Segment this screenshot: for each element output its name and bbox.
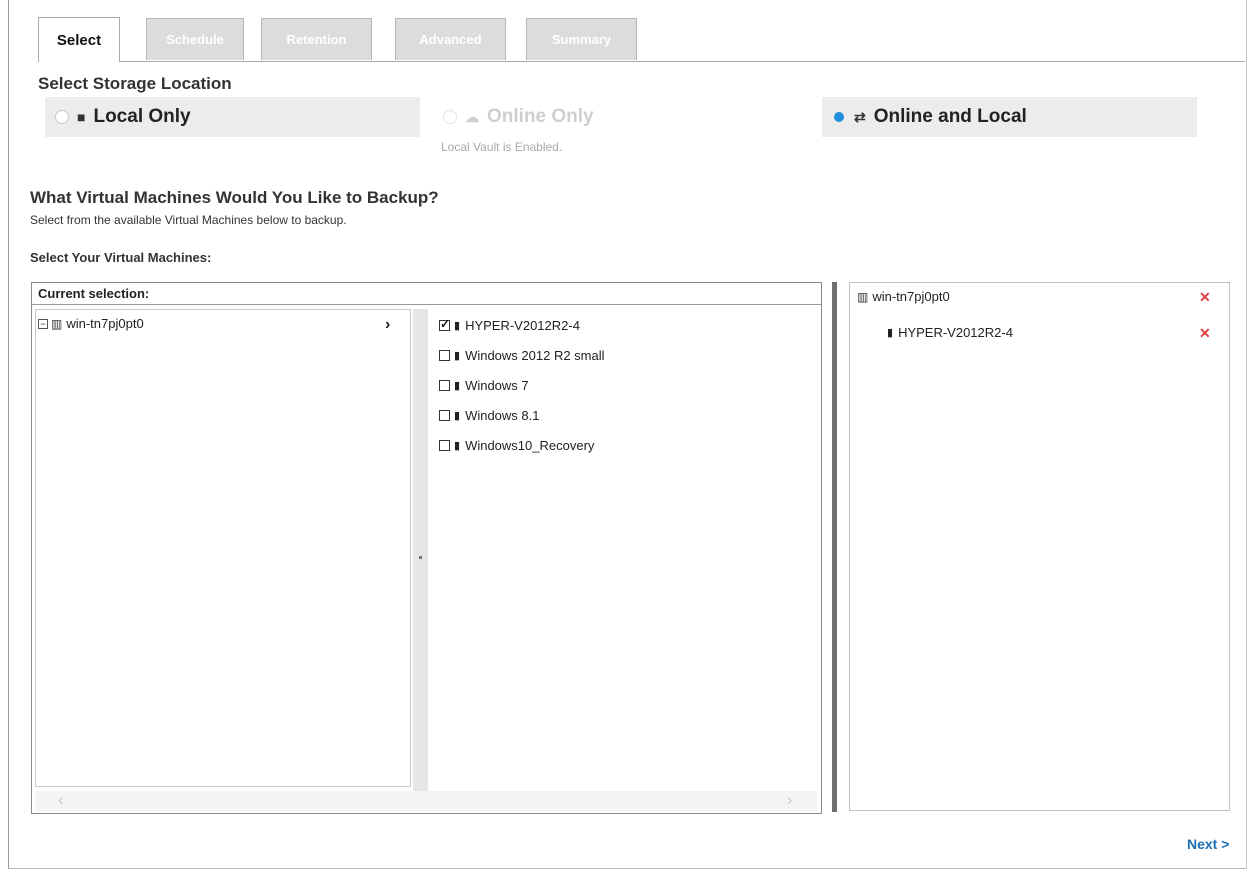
chevron-right-icon[interactable]: › — [385, 316, 390, 334]
tab-strip: Select Schedule Retention Advanced Summa… — [8, 0, 1245, 62]
tab-advanced[interactable]: Advanced — [395, 18, 506, 60]
vm-name: Windows10_Recovery — [465, 438, 595, 453]
collapse-icon[interactable]: − — [38, 318, 48, 329]
current-selection-header: Current selection: — [32, 283, 821, 305]
local-only-label: Local Only — [93, 106, 191, 127]
horizontal-scrollbar[interactable]: ‹ › — [35, 791, 817, 811]
remove-host-icon[interactable]: ✕ — [1199, 289, 1211, 306]
host-icon: ▥ — [857, 289, 869, 304]
local-only-option[interactable]: ■ Local Only — [45, 97, 420, 137]
vm-row[interactable]: ▮ Windows 7 — [439, 378, 529, 393]
vm-row[interactable]: ▮ HYPER-V2012R2-4 — [439, 317, 580, 333]
scroll-right-icon[interactable]: › — [787, 792, 792, 810]
online-only-label: Online Only — [487, 106, 594, 127]
host-list — [35, 309, 411, 787]
online-and-local-label: Online and Local — [873, 106, 1027, 127]
cloud-server-icon: ⇄ — [854, 108, 866, 125]
vm-section-title: What Virtual Machines Would You Like to … — [30, 188, 439, 207]
local-only-radio[interactable] — [55, 110, 69, 124]
scroll-left-icon[interactable]: ‹ — [58, 792, 63, 810]
vm-name: Windows 8.1 — [465, 408, 540, 423]
vm-icon: ▮ — [454, 440, 461, 452]
selected-host-row: ▥ win-tn7pj0pt0 — [857, 289, 950, 304]
column-splitter[interactable] — [413, 309, 428, 795]
vm-icon: ▮ — [454, 380, 461, 392]
cloud-icon: ☁ — [465, 108, 479, 125]
vm-checkbox[interactable] — [439, 380, 450, 391]
local-vault-hint: Local Vault is Enabled. — [441, 140, 563, 154]
selected-vm-name: HYPER-V2012R2-4 — [898, 325, 1013, 340]
tab-select[interactable]: Select — [38, 17, 120, 62]
tab-summary[interactable]: Summary — [526, 18, 637, 60]
select-vms-label: Select Your Virtual Machines: — [30, 250, 212, 265]
selected-vm-row: ▮ HYPER-V2012R2-4 — [887, 325, 1013, 340]
online-only-option: ☁ Online Only — [433, 97, 810, 137]
storage-section-title: Select Storage Location — [38, 74, 232, 93]
tab-underline — [38, 61, 1245, 62]
vm-name: Windows 7 — [465, 378, 529, 393]
vm-browser-panel: Current selection: − ▥ win-tn7pj0pt0 › ▮… — [31, 282, 822, 814]
panel-separator — [832, 282, 837, 812]
online-and-local-radio[interactable] — [834, 112, 844, 122]
vm-checkbox[interactable] — [439, 440, 450, 451]
vm-icon: ▮ — [887, 327, 894, 339]
remove-vm-icon[interactable]: ✕ — [1199, 325, 1211, 342]
vm-name: Windows 2012 R2 small — [465, 348, 605, 363]
server-icon: ■ — [77, 109, 86, 125]
selected-vms-panel: ▥ win-tn7pj0pt0 ✕ ▮ HYPER-V2012R2-4 ✕ — [849, 282, 1230, 811]
vm-row[interactable]: ▮ Windows 8.1 — [439, 408, 539, 423]
vm-checkbox[interactable] — [439, 410, 450, 421]
selected-host-name: win-tn7pj0pt0 — [872, 289, 950, 304]
vm-icon: ▮ — [454, 410, 461, 422]
vm-checkbox[interactable] — [439, 350, 450, 361]
vm-row[interactable]: ▮ Windows10_Recovery — [439, 438, 594, 453]
online-only-radio — [443, 110, 457, 124]
host-row[interactable]: − ▥ win-tn7pj0pt0 — [38, 316, 144, 331]
vm-row[interactable]: ▮ Windows 2012 R2 small — [439, 348, 605, 363]
online-and-local-option[interactable]: ⇄ Online and Local — [822, 97, 1197, 137]
host-name: win-tn7pj0pt0 — [66, 316, 144, 331]
vm-name: HYPER-V2012R2-4 — [465, 318, 580, 333]
vm-section-subtitle: Select from the available Virtual Machin… — [30, 213, 347, 227]
vm-icon: ▮ — [454, 320, 461, 332]
tab-retention[interactable]: Retention — [261, 18, 372, 60]
tab-schedule[interactable]: Schedule — [146, 18, 244, 60]
vm-checkbox[interactable] — [439, 317, 450, 331]
vm-icon: ▮ — [454, 350, 461, 362]
next-button[interactable]: Next > — [1187, 836, 1229, 852]
host-icon: ▥ — [51, 316, 63, 331]
